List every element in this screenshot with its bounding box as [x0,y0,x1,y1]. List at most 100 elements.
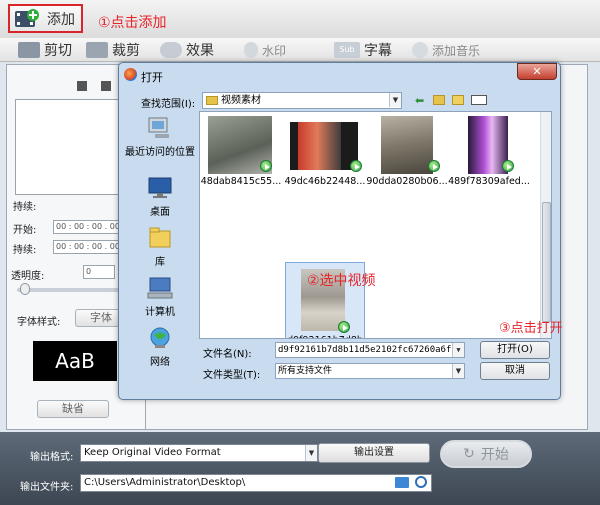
network-icon [146,326,174,350]
close-button[interactable]: ✕ [517,63,557,80]
output-format-select[interactable]: Keep Original Video Format ▼ [80,444,318,462]
tool-effects-label: 效果 [186,43,214,59]
file-name-value: d9f92161b7d8b11d5e2102fc67260a6f [278,345,452,355]
libraries-icon [146,226,174,250]
back-arrow-icon[interactable]: ⬅ [415,95,427,106]
new-folder-icon[interactable] [452,95,464,105]
video-thumbnail [290,122,358,170]
opacity-label: 透明度: [11,271,45,282]
tool-watermark[interactable]: 水印 [244,40,286,60]
recent-places-icon [146,116,174,140]
file-name: 489f78309afed... [448,176,530,187]
place-computer-label: 计算机 [145,307,175,318]
tool-add-music-label: 添加音乐 [432,43,481,58]
dialog-title: 打开 [141,71,163,84]
opacity-field[interactable]: 0 [83,265,115,279]
opacity-slider-knob[interactable] [20,283,30,295]
start-time-field[interactable]: 00 : 00 : 00 . 000 [53,220,127,234]
edit-toolbar: 剪切 裁剪 效果 水印 Sub 字幕 添加音乐 [0,38,600,62]
annotation-step2: ②选中视频 [307,273,376,289]
chevron-down-icon[interactable]: ▼ [452,343,464,357]
look-in-label: 查找范围(I): [141,99,196,110]
look-in-value: 视频素材 [221,95,261,106]
cancel-button[interactable]: 取消 [480,362,550,380]
annotation-step3: ③点击打开 [499,321,563,336]
place-desktop-label: 桌面 [150,207,170,218]
tool-crop-label: 裁剪 [112,43,140,59]
places-bar: 最近访问的位置 桌面 库 计算机 网络 [125,110,195,392]
play-icon [350,160,362,172]
place-desktop[interactable]: 桌面 [125,176,195,218]
selected-file-name: d9f92161b7d8b11d5e2102fc67260a6f [286,335,364,338]
output-settings-button[interactable]: 输出设置 [318,443,430,463]
file-list[interactable]: 48dab8415c55... 49dc46b22448... 90dda028… [199,111,552,339]
duration2-label: 持续: [13,245,37,256]
file-name: 49dc46b22448... [284,176,366,187]
file-list-scrollbar[interactable] [540,112,551,338]
play-icon [260,160,272,172]
start-label: 开始: [13,225,37,236]
chevron-down-icon[interactable]: ▼ [389,93,401,107]
folder-icon[interactable] [395,477,409,488]
place-libraries-label: 库 [155,257,165,268]
open-file-dialog: 打开 ✕ 查找范围(I): 视频素材 ▼ ⬅ 最近访问的位置 桌面 库 计算机 … [118,62,563,400]
chevron-down-icon[interactable]: ▼ [452,364,464,378]
eraser-icon[interactable] [101,81,111,91]
effects-icon [160,42,182,58]
play-icon [338,321,350,333]
search-icon[interactable] [415,476,427,488]
place-network[interactable]: 网络 [125,326,195,368]
output-format-value: Keep Original Video Format [84,447,221,458]
file-name-label: 文件名(N): [203,349,252,360]
film-icon [18,42,40,58]
file-type-value: 所有支持文件 [278,366,333,376]
add-button-label: 添加 [47,11,75,28]
annotation-step1: ①点击添加 [98,15,167,31]
refresh-icon: ↻ [463,446,475,462]
file-type-select[interactable]: 所有支持文件 ▼ [275,363,465,379]
font-style-label: 字体样式: [17,317,61,328]
app-icon [124,68,137,81]
top-bar: 添加 ①点击添加 [0,0,600,38]
font-sample-preview: AaB [33,341,117,381]
add-button[interactable]: 添加 [8,4,83,33]
scrollbar-thumb[interactable] [542,202,551,322]
place-computer[interactable]: 计算机 [125,276,195,318]
output-folder-field[interactable]: C:\Users\Administrator\Desktop\ [80,474,432,492]
tool-subtitle-label: 字幕 [364,43,392,59]
subtitle-icon: Sub [334,42,360,58]
output-format-label: 输出格式: [30,452,74,463]
up-folder-icon[interactable] [433,95,445,105]
crop-icon [86,42,108,58]
start-button-label: 开始 [480,447,509,463]
place-recent-label: 最近访问的位置 [125,147,195,158]
play-icon [428,160,440,172]
tool-crop[interactable]: 裁剪 [86,40,140,60]
desktop-icon [146,176,174,200]
place-libraries[interactable]: 库 [125,226,195,268]
tool-watermark-label: 水印 [262,43,287,58]
tool-effects[interactable]: 效果 [160,40,214,60]
chevron-down-icon[interactable]: ▼ [305,445,317,461]
output-folder-label: 输出文件夹: [20,482,74,493]
computer-icon [146,276,174,300]
file-type-label: 文件类型(T): [203,370,261,381]
tool-cut[interactable]: 剪切 [18,40,72,60]
tool-subtitle[interactable]: Sub 字幕 [334,40,392,60]
start-button[interactable]: ↻ 开始 [440,440,532,468]
file-name: 90dda0280b06... [366,176,448,187]
default-button[interactable]: 缺省 [37,400,109,418]
open-button[interactable]: 打开(O) [480,341,550,359]
output-folder-value: C:\Users\Administrator\Desktop\ [84,477,246,488]
tool-add-music[interactable]: 添加音乐 [412,40,480,60]
tool-cut-label: 剪切 [44,43,72,59]
view-menu-icon[interactable] [471,95,487,105]
file-name-input[interactable]: d9f92161b7d8b11d5e2102fc67260a6f ▼ [275,342,465,358]
look-in-select[interactable]: 视频素材 ▼ [202,92,402,109]
duration-time-field[interactable]: 00 : 00 : 00 . 000 [53,240,127,254]
file-name: 48dab8415c55... [200,176,282,187]
place-recent[interactable]: 最近访问的位置 [125,116,195,158]
text-tool-icon[interactable] [77,81,87,91]
place-network-label: 网络 [150,357,170,368]
duration-label: 持续: [13,202,37,213]
